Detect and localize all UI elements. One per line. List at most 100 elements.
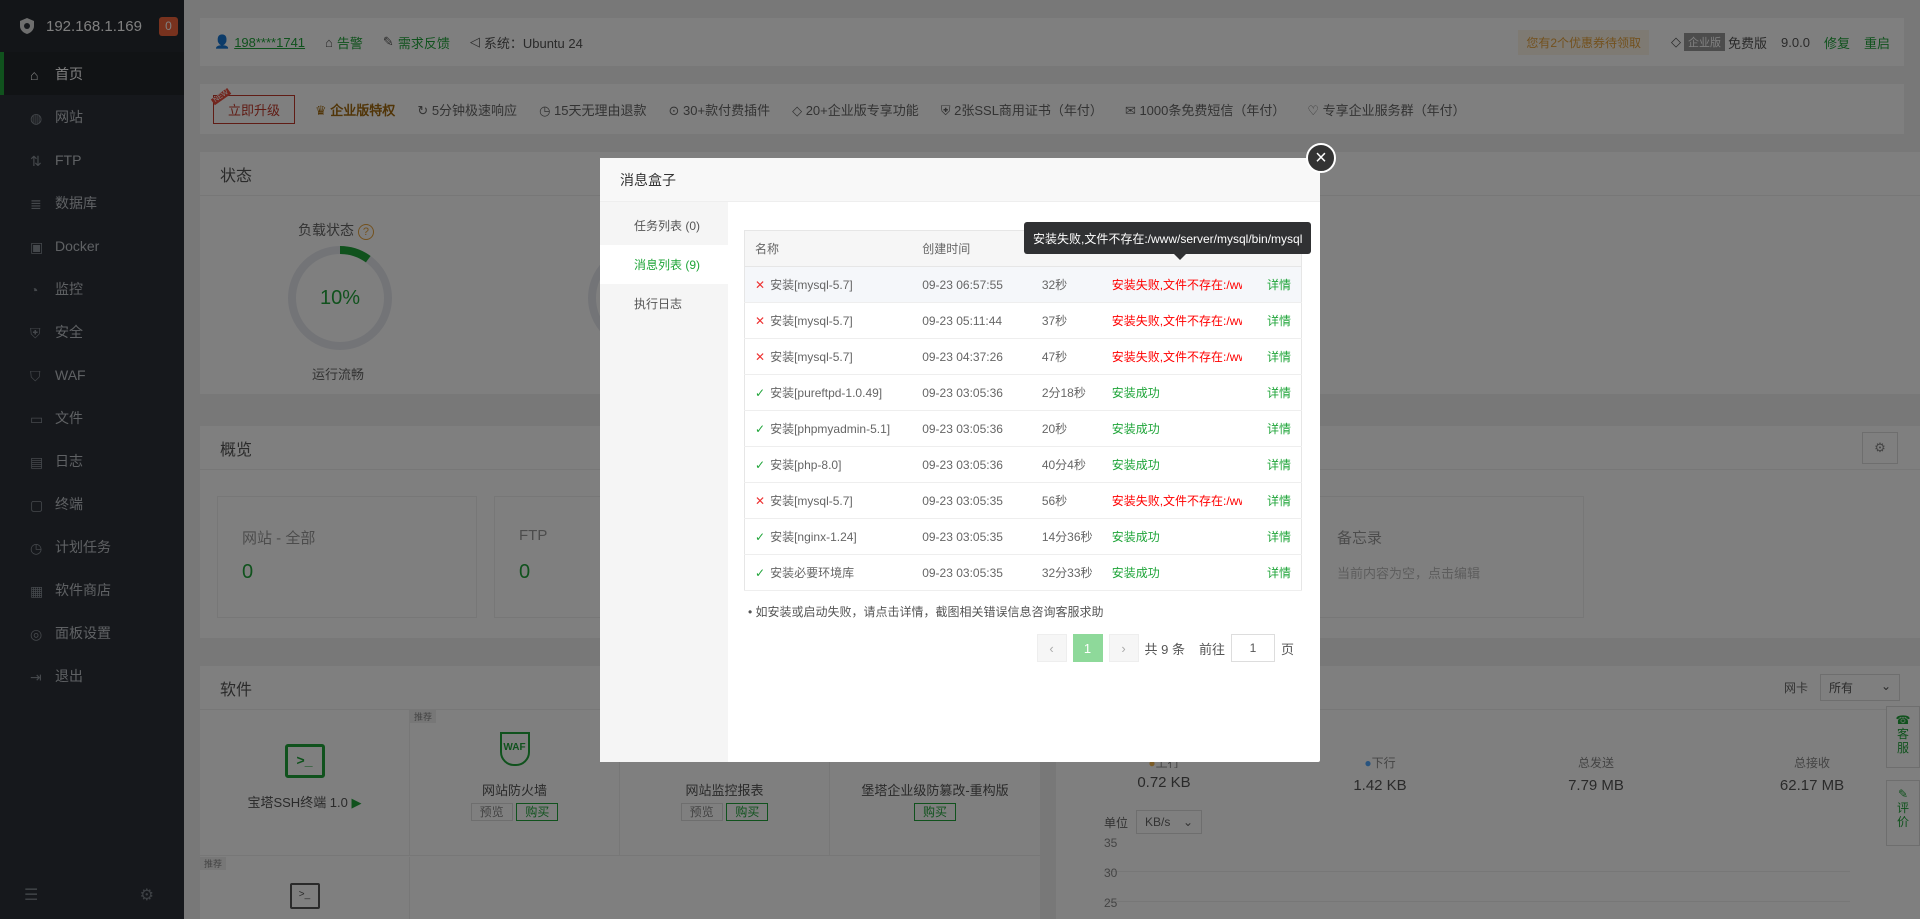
total-count: 共 9 条	[1144, 641, 1185, 657]
col-name: 名称	[744, 230, 913, 267]
row-status[interactable]: 安装成功	[1101, 554, 1242, 591]
check-icon: ✓	[755, 566, 766, 580]
row-status[interactable]: 安装失败,文件不存在:/www/server/mysql/bin/mysql	[1101, 482, 1242, 519]
row-duration: 14分36秒	[1031, 518, 1102, 555]
prev-page-button[interactable]: ‹	[1036, 634, 1067, 662]
row-duration: 32秒	[1031, 266, 1102, 303]
row-status[interactable]: 安装失败,文件不存在:/www/server/mysql/bin/mysql	[1101, 338, 1242, 375]
row-duration: 56秒	[1031, 482, 1102, 519]
tab-message-list[interactable]: 消息列表 (9)	[600, 245, 728, 284]
detail-link[interactable]: 详情	[1241, 410, 1302, 447]
row-status[interactable]: 安装成功	[1101, 446, 1242, 483]
row-status-text: 安装成功	[1111, 422, 1160, 436]
dialog-sidebar: 任务列表 (0) 消息列表 (9) 执行日志	[600, 202, 728, 762]
row-name-text: 安装[mysql-5.7]	[770, 350, 853, 364]
page-unit: 页	[1280, 641, 1294, 657]
table-row[interactable]: ✓ 安装[php-8.0] 09-23 03:05:36 40分4秒 安装成功 详情	[744, 446, 1302, 483]
row-name: ✓ 安装[nginx-1.24]	[744, 518, 913, 555]
tab-task-list[interactable]: 任务列表 (0)	[600, 206, 728, 245]
row-name: ✕ 安装[mysql-5.7]	[744, 302, 913, 339]
detail-link[interactable]: 详情	[1241, 446, 1302, 483]
row-duration: 37秒	[1031, 302, 1102, 339]
pagination: ‹ 1 › 共 9 条 前往 页	[744, 634, 1304, 662]
table-row[interactable]: ✕ 安装[mysql-5.7] 09-23 03:05:35 56秒 安装失败,文件不存…	[744, 482, 1302, 519]
help-note-text: 如安装或启动失败，请点击详情，截图相关错误信息咨询客服求助	[755, 605, 1104, 619]
message-rows: ✕ 安装[mysql-5.7] 09-23 06:57:55 32秒 安装失败,文件不存…	[744, 266, 1302, 591]
detail-link[interactable]: 详情	[1241, 554, 1302, 591]
message-table: 名称 创建时间 ✕ 安装[mysql-5.7] 09-23 06:57:55 32秒安…	[744, 230, 1302, 591]
next-page-button[interactable]: ›	[1108, 634, 1139, 662]
goto-label: 前往	[1198, 641, 1225, 657]
cross-icon: ✕	[755, 350, 766, 364]
row-name: ✓ 安装[php-8.0]	[744, 446, 913, 483]
row-status[interactable]: 安装成功	[1101, 518, 1242, 555]
row-status-text: 安装失败,文件不存在:/www/server/mysql/bin/mysql	[1111, 494, 1242, 508]
row-duration: 32分33秒	[1031, 554, 1102, 591]
row-time: 09-23 03:05:36	[912, 410, 1032, 447]
detail-link[interactable]: 详情	[1241, 374, 1302, 411]
check-icon: ✓	[755, 422, 766, 436]
status-tooltip: 安装失败,文件不存在:/www/server/mysql/bin/mysql	[1024, 222, 1312, 260]
row-status-text: 安装成功	[1111, 386, 1160, 400]
row-name-text: 安装[pureftpd-1.0.49]	[770, 386, 883, 400]
row-time: 09-23 05:11:44	[912, 302, 1032, 339]
check-icon: ✓	[755, 386, 766, 400]
cross-icon: ✕	[755, 494, 766, 508]
help-note: • 如安装或启动失败，请点击详情，截图相关错误信息咨询客服求助	[748, 605, 1104, 619]
row-duration: 20秒	[1031, 410, 1102, 447]
row-status[interactable]: 安装失败,文件不存在:/www/server/mysql/bin/mysql	[1101, 302, 1242, 339]
row-duration: 40分4秒	[1031, 446, 1102, 483]
table-row[interactable]: ✕ 安装[mysql-5.7] 09-23 06:57:55 32秒 安装失败,文件不存…	[744, 266, 1302, 303]
detail-link[interactable]: 详情	[1241, 338, 1302, 375]
cross-icon: ✕	[755, 314, 766, 328]
row-duration: 47秒	[1031, 338, 1102, 375]
row-name-text: 安装必要环境库	[770, 566, 855, 580]
row-name-text: 安装[mysql-5.7]	[770, 494, 853, 508]
row-name: ✕ 安装[mysql-5.7]	[744, 266, 913, 303]
row-name: ✕ 安装[mysql-5.7]	[744, 338, 913, 375]
row-time: 09-23 04:37:26	[912, 338, 1032, 375]
row-duration: 2分18秒	[1031, 374, 1102, 411]
row-name-text: 安装[phpmyadmin-5.1]	[770, 422, 891, 436]
row-name: ✕ 安装[mysql-5.7]	[744, 482, 913, 519]
row-name: ✓ 安装必要环境库	[744, 554, 913, 591]
row-status-text: 安装失败,文件不存在:/www/server/mysql/bin/mysql	[1111, 278, 1242, 292]
row-time: 09-23 03:05:35	[912, 482, 1032, 519]
row-name-text: 安装[php-8.0]	[770, 458, 842, 472]
table-row[interactable]: ✕ 安装[mysql-5.7] 09-23 05:11:44 37秒 安装失败,文件不存…	[744, 302, 1302, 339]
page-1-button[interactable]: 1	[1072, 634, 1103, 662]
tab-execution-log[interactable]: 执行日志	[600, 284, 728, 323]
dialog-title: 消息盒子	[600, 158, 1320, 202]
check-icon: ✓	[755, 458, 766, 472]
row-time: 09-23 03:05:36	[912, 374, 1032, 411]
col-created: 创建时间	[912, 230, 1032, 267]
close-icon[interactable]: ×	[1306, 143, 1336, 173]
cross-icon: ✕	[755, 278, 766, 292]
check-icon: ✓	[755, 530, 766, 544]
row-status-text: 安装失败,文件不存在:/www/server/mysql/bin/mysql	[1111, 314, 1242, 328]
table-row[interactable]: ✓ 安装必要环境库 09-23 03:05:35 32分33秒 安装成功 详情	[744, 554, 1302, 591]
table-row[interactable]: ✓ 安装[pureftpd-1.0.49] 09-23 03:05:36 2分18秒安…	[744, 374, 1302, 411]
row-status[interactable]: 安装失败,文件不存在:/www/server/mysql/bin/mysql	[1101, 266, 1242, 303]
row-status[interactable]: 安装成功	[1101, 374, 1242, 411]
detail-link[interactable]: 详情	[1241, 482, 1302, 519]
row-status-text: 安装失败,文件不存在:/www/server/mysql/bin/mysql	[1111, 350, 1242, 364]
row-name: ✓ 安装[pureftpd-1.0.49]	[744, 374, 913, 411]
table-row[interactable]: ✓ 安装[phpmyadmin-5.1] 09-23 03:05:36 20秒 安装成功…	[744, 410, 1302, 447]
row-time: 09-23 06:57:55	[912, 266, 1032, 303]
row-name-text: 安装[mysql-5.7]	[770, 278, 853, 292]
row-name: ✓ 安装[phpmyadmin-5.1]	[744, 410, 913, 447]
detail-link[interactable]: 详情	[1241, 302, 1302, 339]
row-time: 09-23 03:05:36	[912, 446, 1032, 483]
detail-link[interactable]: 详情	[1241, 266, 1302, 303]
table-row[interactable]: ✓ 安装[nginx-1.24] 09-23 03:05:35 14分36秒 安装成功 详…	[744, 518, 1302, 555]
page-input[interactable]	[1230, 634, 1275, 662]
row-name-text: 安装[mysql-5.7]	[770, 314, 853, 328]
row-time: 09-23 03:05:35	[912, 518, 1032, 555]
dialog-body: 名称 创建时间 ✕ 安装[mysql-5.7] 09-23 06:57:55 32秒安…	[744, 230, 1304, 662]
row-status-text: 安装成功	[1111, 530, 1160, 544]
detail-link[interactable]: 详情	[1241, 518, 1302, 555]
row-status-text: 安装成功	[1111, 458, 1160, 472]
row-status[interactable]: 安装成功	[1101, 410, 1242, 447]
table-row[interactable]: ✕ 安装[mysql-5.7] 09-23 04:37:26 47秒 安装失败,文件不存…	[744, 338, 1302, 375]
